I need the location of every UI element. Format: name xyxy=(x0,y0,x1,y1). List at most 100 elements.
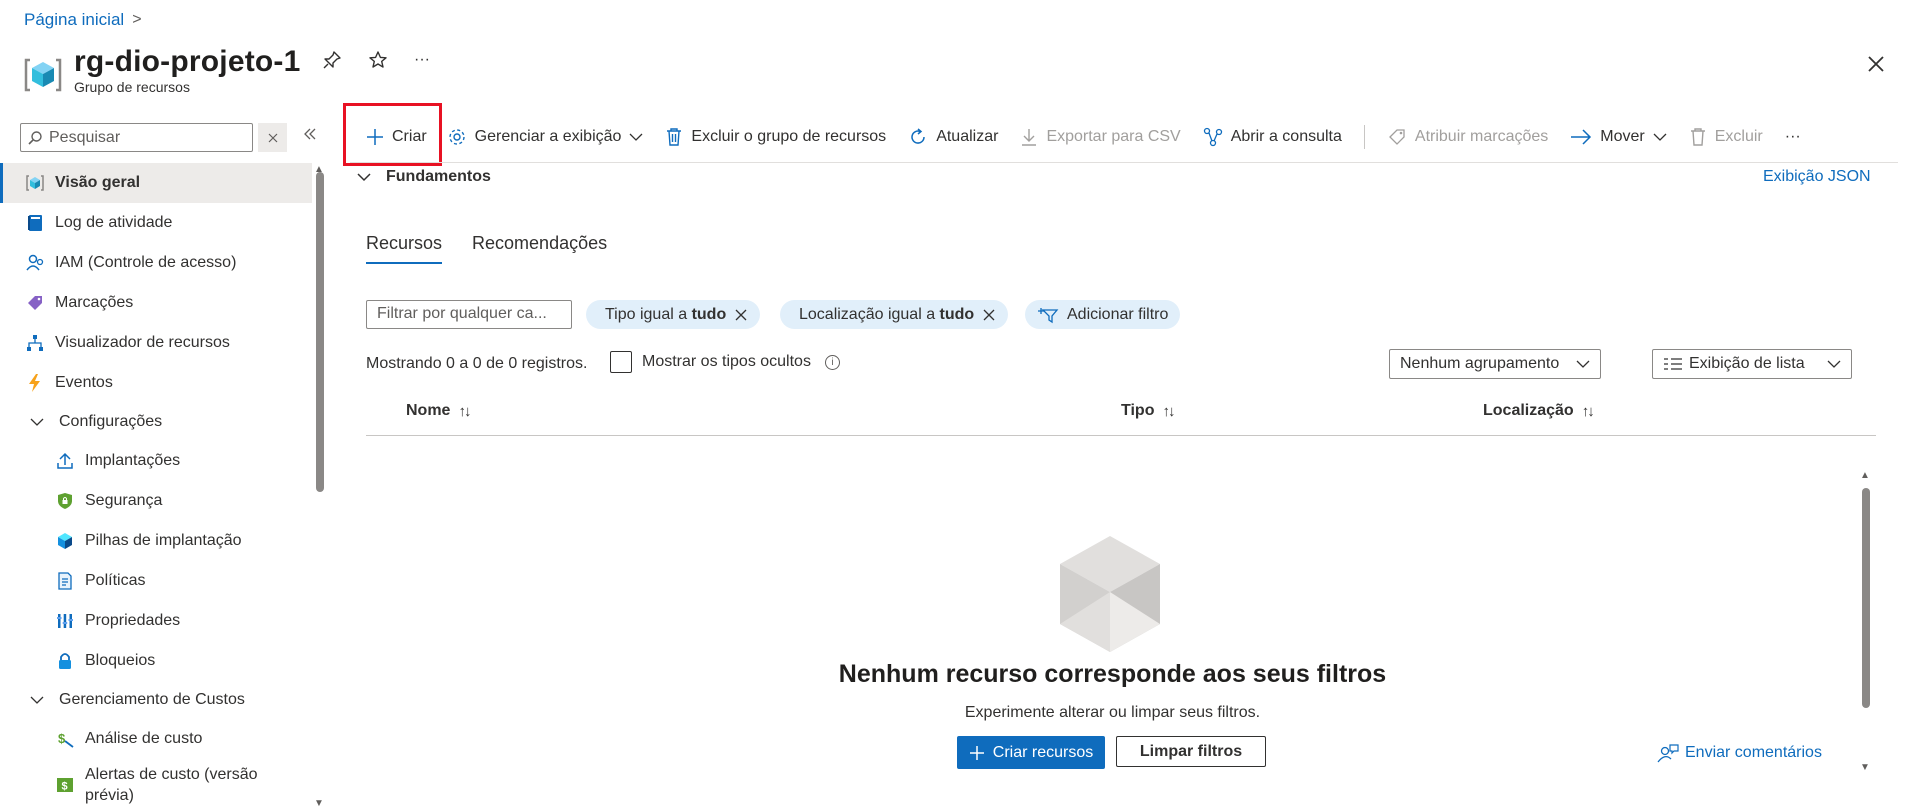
chevron-down-icon xyxy=(26,411,48,433)
refresh-button[interactable]: Atualizar xyxy=(908,127,998,147)
page-header: rg-dio-projeto-1 Grupo de recursos xyxy=(24,44,301,96)
sidebar-item-iam[interactable]: IAM (Controle de acesso) xyxy=(0,243,312,283)
add-filter-button[interactable]: Adicionar filtro xyxy=(1025,300,1181,329)
sidebar-scrollbar[interactable] xyxy=(316,172,324,492)
search-clear-button[interactable] xyxy=(258,123,287,152)
type-filter-label: Tipo igual a tudo xyxy=(605,305,727,323)
info-icon[interactable]: i xyxy=(824,354,840,370)
arrow-right-icon xyxy=(1571,129,1592,145)
close-icon[interactable] xyxy=(734,308,748,322)
sidebar-item-resource-visualizer[interactable]: Visualizador de recursos xyxy=(0,323,312,363)
empty-state-title: Nenhum recurso corresponde aos seus filt… xyxy=(838,660,1387,688)
sidebar-group-settings[interactable]: Configurações xyxy=(0,403,312,441)
collapse-sidebar-icon[interactable] xyxy=(302,126,318,142)
sidebar-item-cost-analysis[interactable]: $ Análise de custo xyxy=(0,719,312,759)
chevron-down-icon xyxy=(629,133,643,141)
content-scroll-up[interactable]: ▲ xyxy=(1860,470,1870,481)
tab-resources[interactable]: Recursos xyxy=(366,233,443,264)
grouping-dropdown[interactable]: Nenhum agrupamento xyxy=(1389,349,1601,379)
column-header-type[interactable]: Tipo ↑↓ xyxy=(1121,402,1175,420)
delete-group-button[interactable]: Excluir o grupo de recursos xyxy=(665,127,886,147)
type-filter-pill[interactable]: Tipo igual a tudo xyxy=(586,300,761,329)
tab-recommendations[interactable]: Recomendações xyxy=(472,233,607,264)
svg-text:$: $ xyxy=(58,731,66,746)
move-button[interactable]: Mover xyxy=(1570,128,1667,146)
delete-button[interactable]: Excluir xyxy=(1689,127,1763,147)
show-hidden-checkbox[interactable] xyxy=(610,351,632,373)
column-header-name[interactable]: Nome ↑↓ xyxy=(406,402,471,420)
show-hidden-types[interactable]: Mostrar os tipos ocultos i xyxy=(610,351,840,373)
close-icon[interactable] xyxy=(982,308,996,322)
title-actions: ··· xyxy=(322,50,430,70)
assign-tags-button[interactable]: Atribuir marcações xyxy=(1387,127,1548,147)
download-icon xyxy=(1022,129,1037,146)
cube-stack-icon xyxy=(54,530,76,552)
empty-cube-icon xyxy=(1060,536,1160,652)
content-tabs: Recursos Recomendações xyxy=(366,233,607,264)
filter-input[interactable]: Filtrar por qualquer ca... xyxy=(366,300,572,329)
sidebar-item-properties[interactable]: Propriedades xyxy=(0,601,312,641)
search-placeholder: Pesquisar xyxy=(49,128,121,146)
toolbar-more-button[interactable]: ··· xyxy=(1785,128,1801,146)
sidebar-item-cost-alerts[interactable]: $ Alertas de custo (versão prévia) xyxy=(0,759,312,811)
create-highlight-box xyxy=(343,103,442,166)
send-feedback-link[interactable]: Enviar comentários xyxy=(1657,743,1822,763)
json-view-link[interactable]: Exibição JSON xyxy=(1763,168,1871,186)
policy-icon xyxy=(54,570,76,592)
page-title: rg-dio-projeto-1 xyxy=(74,45,301,78)
sidebar-item-deployments[interactable]: Implantações xyxy=(0,441,312,481)
feedback-icon xyxy=(1657,744,1679,763)
content-scroll-down[interactable]: ▼ xyxy=(1860,762,1870,773)
content-scrollbar[interactable] xyxy=(1862,488,1870,708)
clear-filters-button[interactable]: Limpar filtros xyxy=(1116,736,1266,767)
location-filter-pill[interactable]: Localização igual a tudo xyxy=(780,300,1009,329)
sidebar-item-activity-log[interactable]: Log de atividade xyxy=(0,203,312,243)
sidebar-item-tags[interactable]: Marcações xyxy=(0,283,312,323)
cost-analysis-icon: $ xyxy=(54,728,76,750)
sidebar-search-input[interactable]: Pesquisar xyxy=(20,123,253,152)
sidebar-item-security[interactable]: Segurança xyxy=(0,481,312,521)
sort-icon: ↑↓ xyxy=(1581,402,1595,420)
essentials-toggle[interactable]: Fundamentos xyxy=(356,168,491,186)
manage-view-button[interactable]: Gerenciar a exibição xyxy=(447,127,644,147)
overview-icon xyxy=(24,172,46,194)
chevron-down-icon xyxy=(357,173,371,182)
refresh-icon xyxy=(911,128,925,144)
sidebar-item-deployment-stacks[interactable]: Pilhas de implantação xyxy=(0,521,312,561)
star-icon[interactable] xyxy=(368,50,388,70)
sidebar-item-policies[interactable]: Políticas xyxy=(0,561,312,601)
tag-icon xyxy=(24,292,46,314)
trash-icon xyxy=(667,128,682,146)
more-options-icon: ··· xyxy=(1784,128,1801,145)
sidebar-scroll-down[interactable]: ▼ xyxy=(314,798,324,809)
more-options-icon[interactable]: ··· xyxy=(414,51,430,69)
tag-icon xyxy=(1388,129,1405,145)
breadcrumb-home-link[interactable]: Página inicial xyxy=(24,10,124,30)
list-view-icon xyxy=(1664,358,1682,370)
toolbar-bottom-border xyxy=(350,162,1898,163)
page-subtitle: Grupo de recursos xyxy=(74,79,190,95)
sidebar-item-events[interactable]: Eventos xyxy=(0,363,312,403)
svg-text:$: $ xyxy=(62,781,68,793)
chevron-down-icon xyxy=(1576,360,1590,368)
location-filter-label: Localização igual a tudo xyxy=(799,305,975,323)
cost-alert-icon: $ xyxy=(54,774,76,796)
sidebar-item-overview[interactable]: Visão geral xyxy=(0,163,312,203)
query-graph-icon xyxy=(1203,127,1222,147)
clear-icon xyxy=(268,133,277,142)
breadcrumb: Página inicial > xyxy=(24,10,142,30)
gear-icon xyxy=(448,129,465,145)
pin-icon[interactable] xyxy=(322,50,342,70)
resource-group-icon xyxy=(24,58,62,92)
create-resources-button[interactable]: Criar recursos xyxy=(957,736,1105,769)
export-csv-button[interactable]: Exportar para CSV xyxy=(1020,127,1181,147)
column-header-location[interactable]: Localização ↑↓ xyxy=(1483,402,1595,420)
open-query-button[interactable]: Abrir a consulta xyxy=(1203,127,1342,147)
plus-icon xyxy=(969,745,984,760)
upload-icon xyxy=(54,450,76,472)
resources-table-header: Nome ↑↓ Tipo ↑↓ Localização ↑↓ xyxy=(366,402,1876,436)
search-icon xyxy=(28,130,42,145)
trash-icon xyxy=(1690,128,1705,146)
view-mode-dropdown[interactable]: Exibição de lista xyxy=(1652,349,1852,379)
close-icon[interactable] xyxy=(1862,50,1890,78)
